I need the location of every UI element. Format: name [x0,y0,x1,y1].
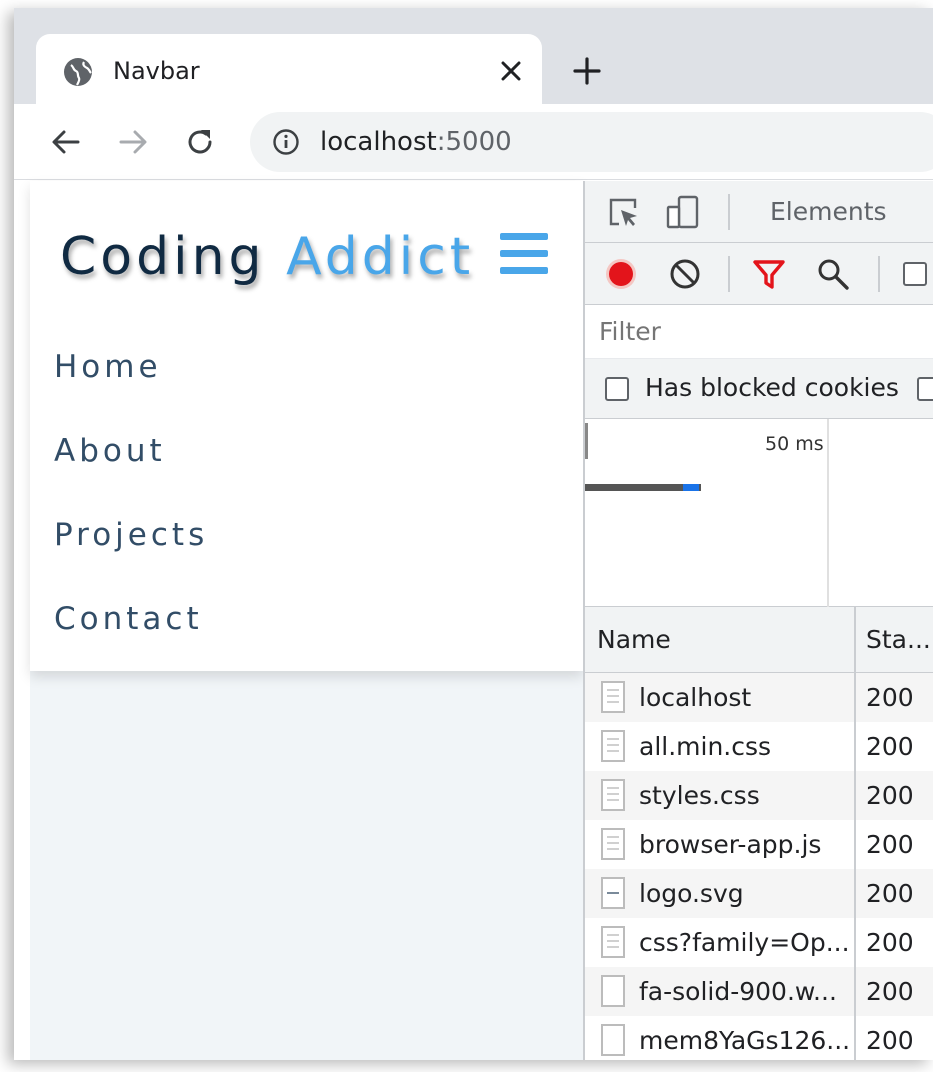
image-icon [601,877,625,909]
reload-icon[interactable] [182,124,218,160]
hamburger-menu-icon[interactable] [500,233,548,279]
timeline-gridline [827,419,829,607]
request-status: 200 [866,781,914,810]
table-row[interactable]: mem8YaGs126... 200 [585,1016,933,1060]
nav-link-about[interactable]: About [54,431,208,515]
document-icon [601,681,625,713]
filter-input[interactable] [599,317,899,346]
request-name: browser-app.js [639,830,822,859]
request-name: fa-solid-900.w... [639,977,837,1006]
request-status: 200 [866,977,914,1006]
address-bar[interactable]: localhost:5000 [250,112,933,172]
document-icon [601,779,625,811]
timeline-start-marker [585,423,588,459]
nav-link-contact[interactable]: Contact [54,599,208,683]
devtools-panel: Elements Filter Has blocked cookies 50 m… [583,181,933,1060]
request-status: 200 [866,879,914,908]
next-filter-checkbox[interactable] [917,377,933,401]
column-header-name[interactable]: Name [597,625,671,654]
toolbar-divider [728,194,730,230]
request-name: styles.css [639,781,760,810]
back-arrow-icon[interactable] [48,124,84,160]
request-status: 200 [866,830,914,859]
navbar: Coding Addict Home About Projects Contac… [30,181,583,671]
tab-title: Navbar [113,57,200,85]
close-icon[interactable] [498,58,524,84]
preserve-log-checkbox[interactable] [903,262,927,286]
column-divider[interactable] [854,607,856,1060]
filter-bar [585,305,933,359]
globe-icon [64,58,92,86]
table-row[interactable]: css?family=Op... 200 [585,918,933,967]
table-row[interactable]: localhost 200 [585,673,933,722]
nav-link-home[interactable]: Home [54,347,208,431]
table-row[interactable]: fa-solid-900.w... 200 [585,967,933,1016]
filter-icon[interactable] [751,256,787,292]
devtools-tab-bar: Elements [585,181,933,243]
request-name: all.min.css [639,732,772,761]
tab-strip: Navbar [14,8,933,106]
browser-tab[interactable]: Navbar [36,34,542,106]
tab-elements[interactable]: Elements [770,197,887,226]
toolbar-divider [878,256,880,292]
clear-icon[interactable] [667,256,703,292]
document-icon [601,926,625,958]
inspect-element-icon[interactable] [605,194,641,230]
network-toolbar [585,243,933,305]
document-icon [601,828,625,860]
browser-window: Navbar localhost:5000 Coding Addict Home… [14,8,933,1060]
toolbar-divider [728,256,730,292]
browser-toolbar: localhost:5000 [14,104,933,180]
site-logo[interactable]: Coding Addict [60,225,474,289]
info-icon[interactable] [272,128,300,156]
request-status: 200 [866,683,914,712]
new-tab-plus-icon[interactable] [572,56,602,86]
timeline-tick-label: 50 ms [765,433,824,455]
network-overview-timeline[interactable]: 50 ms [585,419,933,607]
page-viewport: Coding Addict Home About Projects Contac… [30,181,583,1060]
nav-links: Home About Projects Contact [54,347,208,683]
table-row[interactable]: logo.svg 200 [585,869,933,918]
request-status: 200 [866,732,914,761]
url-text: localhost:5000 [320,127,512,157]
column-header-status[interactable]: Sta... [866,625,931,654]
request-name: css?family=Op... [639,928,850,957]
request-name: localhost [639,683,752,712]
request-table: Name Sta... localhost 200 all.min.css 20… [585,607,933,1060]
forward-arrow-icon[interactable] [115,124,151,160]
blocked-cookies-bar: Has blocked cookies [585,359,933,419]
has-blocked-cookies-checkbox[interactable] [605,377,629,401]
timeline-request-bar [585,484,701,491]
search-icon[interactable] [815,256,851,292]
request-status: 200 [866,928,914,957]
request-status: 200 [866,1026,914,1055]
request-name: mem8YaGs126... [639,1026,851,1055]
nav-link-projects[interactable]: Projects [54,515,208,599]
document-icon [601,730,625,762]
record-icon[interactable] [603,256,639,292]
device-toolbar-icon[interactable] [665,194,701,230]
request-table-header: Name Sta... [585,607,933,673]
table-row[interactable]: all.min.css 200 [585,722,933,771]
file-icon [601,975,625,1007]
request-name: logo.svg [639,879,744,908]
table-row[interactable]: styles.css 200 [585,771,933,820]
table-row[interactable]: browser-app.js 200 [585,820,933,869]
has-blocked-cookies-label: Has blocked cookies [645,373,899,402]
file-icon [601,1024,625,1056]
